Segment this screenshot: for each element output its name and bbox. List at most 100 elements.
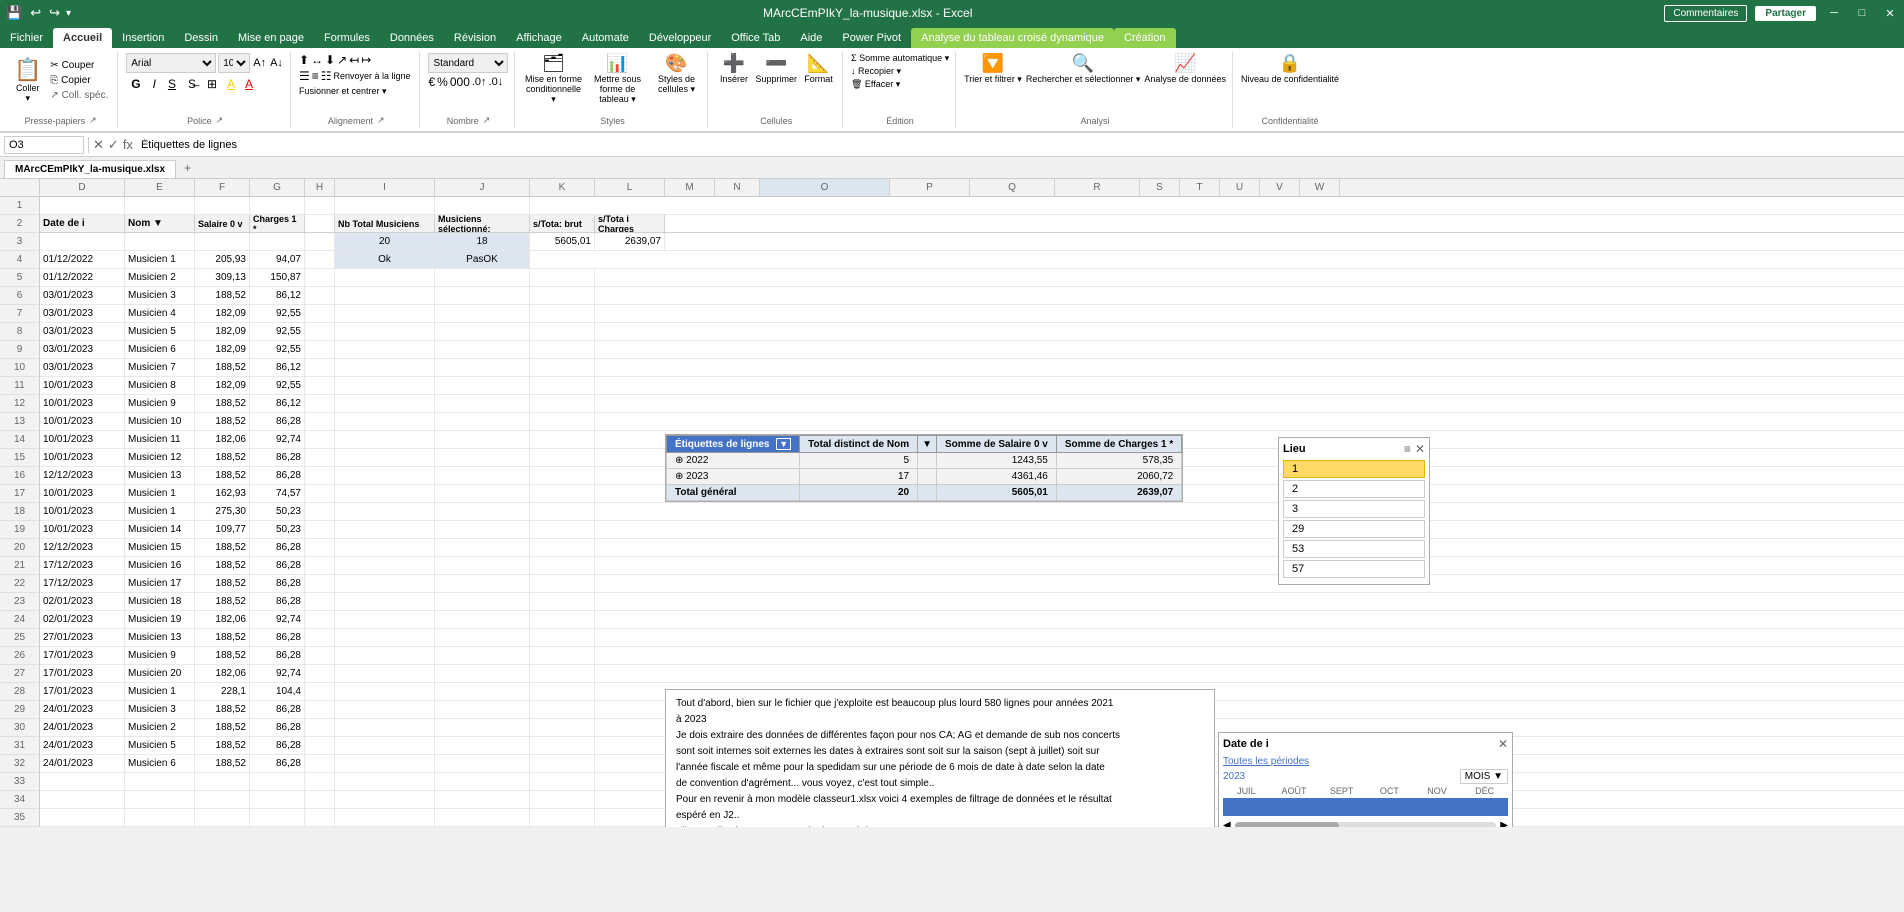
cell[interactable] — [530, 323, 595, 341]
add-sheet-button[interactable]: + — [178, 158, 197, 178]
scroll-thumb[interactable] — [1235, 822, 1340, 828]
cell[interactable] — [335, 521, 435, 539]
cell[interactable]: 92,55 — [250, 323, 305, 341]
cell[interactable] — [435, 575, 530, 593]
cell[interactable] — [435, 269, 530, 287]
cell[interactable]: 309,13 — [195, 269, 250, 287]
cell[interactable]: 188,52 — [195, 557, 250, 575]
cell[interactable] — [305, 503, 335, 521]
pivot-filter-icon[interactable]: ▼ — [918, 436, 937, 453]
percent-button[interactable]: % — [437, 75, 448, 89]
cell[interactable] — [305, 629, 335, 647]
formula-input[interactable] — [137, 136, 1900, 154]
cell[interactable]: 17/01/2023 — [40, 683, 125, 701]
cell[interactable] — [435, 287, 530, 305]
cell[interactable] — [195, 809, 250, 827]
cell[interactable]: 02/01/2023 — [40, 593, 125, 611]
cell[interactable] — [125, 809, 195, 827]
cell[interactable] — [595, 593, 1904, 611]
cell[interactable] — [595, 575, 1904, 593]
cell[interactable] — [305, 809, 335, 827]
cell[interactable]: 03/01/2023 — [40, 341, 125, 359]
cell[interactable] — [595, 413, 1904, 431]
align-middle-button[interactable]: ↔ — [311, 53, 323, 67]
cell[interactable] — [335, 575, 435, 593]
cell[interactable]: 182,09 — [195, 323, 250, 341]
confirm-formula-icon[interactable]: ✓ — [108, 137, 119, 153]
cell[interactable] — [530, 377, 595, 395]
cell-styles-button[interactable]: 🎨 Styles de cellules ▾ — [651, 53, 701, 95]
cell[interactable] — [305, 575, 335, 593]
cell[interactable] — [305, 611, 335, 629]
tab-aide[interactable]: Aide — [790, 28, 832, 48]
cell[interactable]: 86,12 — [250, 287, 305, 305]
cell[interactable]: 24/01/2023 — [40, 701, 125, 719]
cell[interactable] — [305, 683, 335, 701]
cell[interactable] — [435, 431, 530, 449]
cell[interactable] — [335, 503, 435, 521]
tab-mise-en-page[interactable]: Mise en page — [228, 28, 314, 48]
cell[interactable] — [305, 719, 335, 737]
cell[interactable] — [595, 629, 1904, 647]
conditional-format-button[interactable]: 🗂 Mise en forme conditionnelle ▾ — [523, 53, 583, 105]
border-button[interactable]: ⊞ — [203, 76, 221, 92]
cell[interactable] — [530, 521, 595, 539]
cell[interactable]: 182,06 — [195, 431, 250, 449]
align-center-button[interactable]: ≡ — [312, 69, 319, 83]
cell[interactable] — [530, 449, 595, 467]
cell[interactable]: 24/01/2023 — [40, 737, 125, 755]
cell-f4[interactable]: 205,93 — [195, 251, 250, 269]
cell[interactable]: Musicien 19 — [125, 611, 195, 629]
cell[interactable] — [595, 269, 1904, 287]
pivot-row-total[interactable]: Total général 20 5605,01 2639,07 — [667, 485, 1182, 501]
cell[interactable] — [305, 701, 335, 719]
cell[interactable]: 188,52 — [195, 719, 250, 737]
comma-button[interactable]: 000 — [450, 75, 470, 89]
cell[interactable] — [595, 395, 1904, 413]
cell[interactable] — [335, 449, 435, 467]
cell[interactable] — [435, 485, 530, 503]
cell[interactable] — [530, 359, 595, 377]
cell[interactable]: Musicien 20 — [125, 665, 195, 683]
cell[interactable] — [305, 791, 335, 809]
cell[interactable] — [435, 701, 530, 719]
lieu-filter-item-2[interactable]: 2 — [1283, 480, 1425, 498]
wrap-text-button[interactable]: Renvoyer à la ligne automatiquement — [333, 71, 413, 81]
cell[interactable] — [435, 521, 530, 539]
cell[interactable]: 50,23 — [250, 521, 305, 539]
cell[interactable]: 109,77 — [195, 521, 250, 539]
cell[interactable]: Musicien 3 — [125, 287, 195, 305]
cell[interactable]: 92,74 — [250, 611, 305, 629]
paste-special-button[interactable]: ↗ Coll. spéc. — [47, 89, 111, 102]
cell[interactable] — [530, 773, 595, 791]
sheet-tab-main[interactable]: MArcCEmPIkY_la-musique.xlsx — [4, 160, 176, 178]
cell[interactable]: Musicien 12 — [125, 449, 195, 467]
cell[interactable] — [305, 557, 335, 575]
cell[interactable]: 10/01/2023 — [40, 503, 125, 521]
cell[interactable]: 150,87 — [250, 269, 305, 287]
date-filter-close-icon[interactable]: ✕ — [1498, 737, 1508, 751]
cell[interactable]: 12/12/2023 — [40, 467, 125, 485]
cell[interactable]: 182,06 — [195, 611, 250, 629]
cell[interactable]: 188,52 — [195, 359, 250, 377]
close-button[interactable]: ✕ — [1880, 7, 1900, 20]
cell[interactable]: 86,12 — [250, 359, 305, 377]
tab-developpeur[interactable]: Développeur — [639, 28, 721, 48]
copy-button[interactable]: ⎘ Copier — [47, 74, 111, 87]
cell[interactable] — [335, 683, 435, 701]
font-size-select[interactable]: 10 — [218, 53, 250, 73]
cell-l3[interactable]: 2639,07 — [595, 233, 665, 251]
cell[interactable]: Musicien 14 — [125, 521, 195, 539]
cell[interactable]: Musicien 7 — [125, 359, 195, 377]
cell[interactable]: 50,23 — [250, 503, 305, 521]
cell[interactable] — [530, 719, 595, 737]
fill-button[interactable]: ↓ Recopier ▾ — [851, 66, 949, 77]
scroll-left-icon[interactable]: ◀ — [1223, 820, 1231, 827]
cell[interactable] — [335, 557, 435, 575]
cell[interactable] — [595, 539, 1904, 557]
cell[interactable]: 10/01/2023 — [40, 377, 125, 395]
cell[interactable] — [335, 539, 435, 557]
cell[interactable] — [530, 269, 595, 287]
tab-revision[interactable]: Révision — [444, 28, 506, 48]
cell[interactable] — [305, 251, 335, 269]
